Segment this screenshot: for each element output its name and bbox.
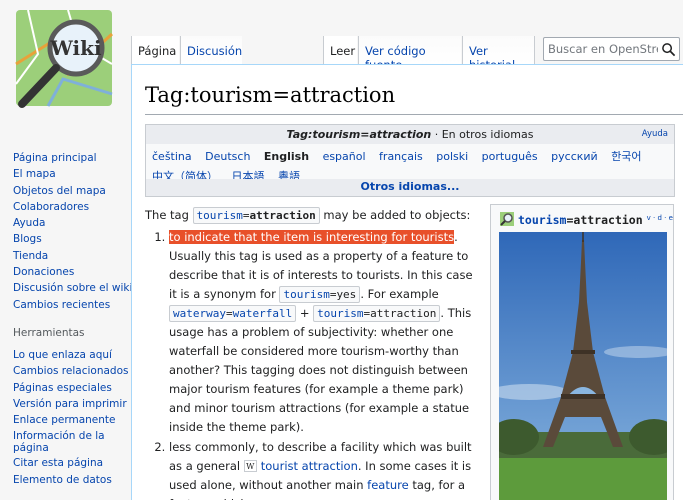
tag-chip[interactable]: tourism=attraction	[192, 207, 320, 224]
lang-link[interactable]: čeština	[152, 150, 202, 163]
sidebar-item-map-features[interactable]: Objetos del mapa	[13, 183, 128, 199]
tag-search-icon	[500, 212, 514, 226]
article-body: The tag tourism=attraction may be added …	[145, 206, 481, 500]
search-input[interactable]	[544, 38, 658, 60]
language-box-title-tag: Tag:tourism=attraction	[286, 128, 432, 141]
sidebar-item-recent-changes[interactable]: Cambios recientes	[13, 297, 128, 313]
tab-history[interactable]: Ver historial	[462, 36, 535, 72]
tag-chip-attraction[interactable]: tourism=attraction	[313, 305, 441, 322]
search-icon[interactable]	[661, 42, 676, 57]
site-logo[interactable]: Wiki	[8, 4, 120, 116]
sidebar-item-shop[interactable]: Tienda	[13, 248, 128, 264]
tag-chip-yes[interactable]: tourism=yes	[279, 286, 361, 303]
eiffel-tower-photo[interactable]	[499, 232, 667, 500]
sidebar-nav: Página principal El mapa Objetos del map…	[0, 150, 132, 313]
lang-link[interactable]: русский	[551, 150, 608, 163]
sidebar: Página principal El mapa Objetos del map…	[0, 150, 132, 488]
osm-logo-icon: Wiki	[15, 9, 114, 108]
tab-discussion[interactable]: Discusión	[180, 36, 242, 64]
language-box: Tag:tourism=attraction · En otros idioma…	[145, 124, 675, 197]
lang-link[interactable]: Deutsch	[205, 150, 260, 163]
infobox-header: tourism=attraction v · d · e	[499, 211, 673, 227]
tool-related-changes[interactable]: Cambios relacionados	[13, 363, 128, 379]
content: Tag:tourism=attraction Tag:tourism=attra…	[131, 64, 683, 500]
tool-permanent-link[interactable]: Enlace permanente	[13, 412, 128, 428]
wikipedia-icon: W	[243, 460, 257, 472]
infobox-key[interactable]: tourism	[518, 213, 566, 227]
help-link[interactable]: Ayuda	[642, 125, 668, 144]
more-languages-link[interactable]: Otros idiomas...	[146, 179, 674, 196]
language-box-header: Tag:tourism=attraction · En otros idioma…	[146, 125, 674, 144]
feature-link[interactable]: feature	[367, 478, 409, 492]
tab-page[interactable]: Página	[131, 36, 179, 64]
tool-what-links-here[interactable]: Lo que enlaza aquí	[13, 347, 128, 363]
sidebar-item-map[interactable]: El mapa	[13, 166, 128, 182]
tool-printable-version[interactable]: Versión para imprimir	[13, 396, 128, 412]
sidebar-tools: Lo que enlaza aquí Cambios relacionados …	[0, 347, 128, 488]
lang-link[interactable]: português	[482, 150, 548, 163]
tool-special-pages[interactable]: Páginas especiales	[13, 380, 128, 396]
sidebar-item-help[interactable]: Ayuda	[13, 215, 128, 231]
lang-link[interactable]: español	[323, 150, 376, 163]
infobox: tourism=attraction v · d · e	[490, 204, 674, 500]
sidebar-item-blogs[interactable]: Blogs	[13, 231, 128, 247]
tab-view-source[interactable]: Ver código fuente	[358, 36, 461, 72]
sidebar-item-donations[interactable]: Donaciones	[13, 264, 128, 280]
tag-chip-waterfall[interactable]: waterway=waterfall	[169, 305, 297, 322]
svg-text:Wiki: Wiki	[49, 36, 102, 60]
tool-cite-page[interactable]: Citar esta página	[13, 455, 128, 471]
sidebar-item-main-page[interactable]: Página principal	[13, 150, 128, 166]
vde-links[interactable]: v · d · e	[647, 214, 673, 222]
lang-link[interactable]: polski	[436, 150, 478, 163]
list-item: less commonly, to describe a facility wh…	[169, 438, 481, 500]
sidebar-item-contributors[interactable]: Colaboradores	[13, 199, 128, 215]
intro-paragraph: The tag tourism=attraction may be added …	[145, 207, 471, 224]
lang-link[interactable]: 한국어	[611, 150, 651, 163]
usage-list: to indicate that the item is interesting…	[145, 228, 481, 500]
title-divider	[145, 114, 683, 115]
lang-current: English	[263, 150, 310, 163]
sidebar-item-wiki-discussion[interactable]: Discusión sobre el wiki	[13, 280, 132, 296]
wikipedia-link[interactable]: tourist attraction	[261, 459, 358, 473]
tool-page-information[interactable]: Información de la página	[13, 428, 128, 455]
highlighted-text: to indicate that the item is interesting…	[169, 230, 455, 244]
tab-read[interactable]: Leer	[323, 36, 357, 64]
tool-data-item[interactable]: Elemento de datos	[13, 472, 128, 488]
lang-link[interactable]: français	[379, 150, 433, 163]
search-box[interactable]	[543, 37, 680, 61]
language-box-title-rest: · En otros idiomas	[431, 128, 534, 141]
infobox-value: attraction	[573, 213, 643, 227]
list-item: to indicate that the item is interesting…	[169, 228, 481, 437]
tools-heading: Herramientas	[13, 326, 85, 339]
page-title: Tag:tourism=attraction	[145, 83, 396, 107]
